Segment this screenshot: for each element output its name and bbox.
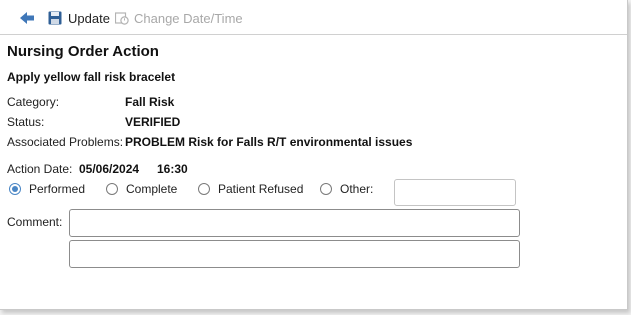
radio-complete-indicator[interactable]	[106, 183, 118, 195]
comment-field-line-1[interactable]	[69, 209, 520, 237]
radio-complete-label: Complete	[126, 182, 178, 196]
radio-performed-label: Performed	[29, 182, 86, 196]
order-name: Apply yellow fall risk bracelet	[7, 70, 176, 84]
comment-field-line-2[interactable]	[69, 240, 520, 268]
change-date-time-button: Change Date/Time	[115, 9, 243, 27]
change-date-time-label: Change Date/Time	[134, 10, 243, 26]
order-action-window: Update Change Date/Time Nursing Order Ac…	[0, 0, 628, 310]
category-value: Fall Risk	[125, 95, 175, 109]
page-title: Nursing Order Action	[7, 43, 159, 60]
comment-label: Comment:	[7, 215, 63, 229]
radio-performed[interactable]: Performed	[9, 180, 85, 198]
update-label: Update	[68, 10, 110, 26]
associated-problems-label: Associated Problems:	[7, 135, 124, 149]
radio-other-label: Other:	[340, 182, 374, 196]
calendar-clock-icon	[115, 12, 129, 25]
category-label: Category:	[7, 95, 60, 109]
radio-other[interactable]: Other:	[320, 180, 373, 198]
radio-performed-indicator[interactable]	[9, 183, 21, 195]
action-time-value: 16:30	[157, 162, 188, 176]
save-disk-icon	[48, 11, 62, 25]
toolbar: Update Change Date/Time	[0, 0, 627, 35]
back-arrow-icon[interactable]	[19, 9, 35, 27]
radio-patient-refused[interactable]: Patient Refused	[198, 180, 303, 198]
other-text-field[interactable]	[394, 179, 516, 206]
action-date-value: 05/06/2024	[79, 162, 140, 176]
action-date-label: Action Date:	[7, 162, 73, 176]
status-value: VERIFIED	[125, 115, 181, 129]
status-label: Status:	[7, 115, 45, 129]
update-button[interactable]: Update	[48, 9, 110, 27]
radio-complete[interactable]: Complete	[106, 180, 177, 198]
radio-patient-refused-indicator[interactable]	[198, 183, 210, 195]
radio-patient-refused-label: Patient Refused	[218, 182, 304, 196]
radio-other-indicator[interactable]	[320, 183, 332, 195]
associated-problems-value: PROBLEM Risk for Falls R/T environmental…	[125, 135, 413, 149]
